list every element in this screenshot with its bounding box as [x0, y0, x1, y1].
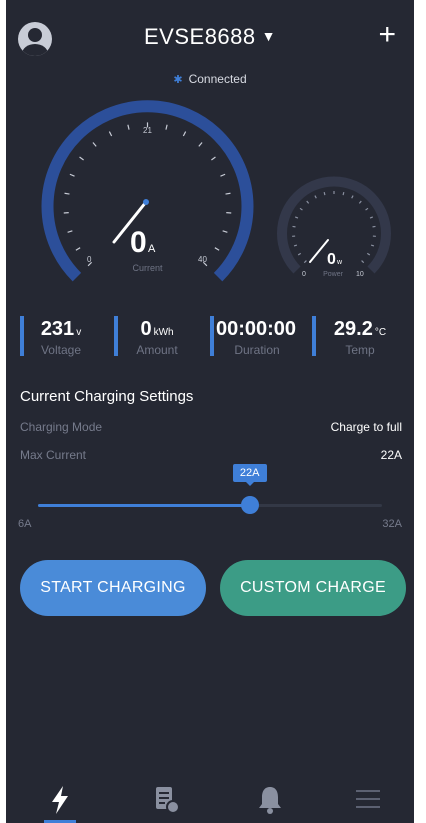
- gauge-tick: [366, 252, 371, 256]
- gauge-tick: [75, 247, 81, 251]
- menu-icon: [356, 790, 380, 808]
- power-gauge: 0 w Power 0 10: [277, 176, 391, 278]
- gauge-tick: [108, 131, 113, 137]
- current-gauge-mid: 21: [143, 126, 152, 135]
- current-gauge-unit: A: [148, 243, 156, 255]
- max-current-value: 22A: [380, 448, 402, 462]
- gauge-tick: [165, 124, 168, 130]
- stat-amount: 0 kWh Amount: [114, 312, 200, 364]
- stat-divider: [312, 316, 316, 356]
- current-gauge-max: 40: [198, 255, 207, 264]
- gauge-tick: [67, 230, 73, 233]
- tab-menu[interactable]: [348, 782, 388, 818]
- stat-divider: [114, 316, 118, 356]
- gauge-tick: [303, 260, 307, 264]
- tab-notifications[interactable]: [250, 782, 290, 818]
- stat-value: 00:00:00: [215, 318, 297, 340]
- gauge-tick: [127, 124, 130, 130]
- stat-label: Temp: [345, 343, 375, 357]
- stats-row: 231 v Voltage 0 kWh Amount 00:00:00 Durati…: [6, 312, 414, 368]
- current-gauge-value: 0: [130, 226, 147, 259]
- charging-mode-value[interactable]: Charge to full: [331, 420, 402, 434]
- gauge-tick: [182, 131, 187, 137]
- power-gauge-unit: w: [336, 259, 343, 266]
- stat-label: Amount: [136, 343, 178, 357]
- slider-thumb[interactable]: [240, 496, 259, 514]
- gauge-tick: [69, 173, 75, 177]
- gauge-tick: [211, 156, 216, 161]
- gauge-tick: [225, 192, 231, 195]
- gauge-tick: [369, 216, 374, 219]
- start-charging-button[interactable]: START CHARGING: [20, 560, 206, 616]
- stat-divider: [20, 316, 24, 356]
- stat-duration: 00:00:00 Duration: [210, 312, 304, 364]
- gauge-tick: [370, 244, 375, 247]
- stat-voltage: 231 v Voltage: [20, 312, 102, 364]
- gauge-tick: [297, 252, 302, 256]
- stat-label: Voltage: [40, 343, 82, 357]
- gauge-tick: [299, 207, 303, 211]
- current-gauge-needle-tip: [143, 199, 149, 205]
- slider-tooltip: 22A: [232, 464, 267, 486]
- power-gauge-min: 0: [302, 271, 306, 278]
- gauge-tick: [214, 247, 220, 251]
- stat-value: 231 v: [40, 318, 82, 340]
- gauge-tick: [323, 192, 326, 196]
- slider-fill: [38, 504, 250, 507]
- power-gauge-needle: [309, 239, 329, 263]
- tab-records[interactable]: [146, 782, 186, 818]
- stat-label: Duration: [234, 343, 280, 357]
- stat-divider: [210, 316, 214, 356]
- stat-value: 29.2 °C: [333, 318, 387, 340]
- current-gauge: 0 A Current 0 21 40: [41, 100, 254, 282]
- gauge-tick: [314, 195, 317, 199]
- gauges: 0 A Current 0 21 40 0 w Power 0 10: [41, 100, 391, 282]
- lightning-icon: [52, 786, 68, 814]
- tab-bar: [6, 764, 414, 823]
- gauge-tick: [365, 207, 369, 211]
- slider-max-label: 32A: [382, 518, 402, 530]
- power-gauge-max: 10: [356, 271, 364, 278]
- gauge-tick: [361, 260, 365, 264]
- custom-charge-button[interactable]: CUSTOM CHARGE: [220, 560, 406, 616]
- settings-title: Current Charging Settings: [20, 388, 194, 405]
- app-screen: EVSE8688 ▼ + ✱ Connected 0 A Current 0 21 …: [6, 0, 414, 823]
- max-current-label: Max Current: [20, 448, 87, 462]
- stat-value: 0 kWh: [140, 318, 174, 340]
- tab-charging[interactable]: [40, 782, 80, 818]
- gauge-tick: [64, 192, 70, 195]
- gauge-tick: [198, 142, 203, 147]
- gauge-tick: [220, 173, 226, 177]
- gauge-tick: [79, 156, 84, 161]
- slider-min-label: 6A: [18, 518, 32, 530]
- gauge-tick: [351, 195, 354, 199]
- power-gauge-value: 0: [327, 251, 336, 268]
- charging-mode-label: Charging Mode: [20, 420, 103, 434]
- report-icon: [156, 787, 180, 814]
- gauge-tick: [306, 200, 310, 204]
- gauge-tick: [293, 244, 298, 247]
- gauge-tick: [342, 192, 345, 196]
- current-gauge-min: 0: [87, 255, 92, 264]
- current-gauge-label: Current: [132, 263, 163, 273]
- bell-icon: [259, 787, 281, 814]
- stat-temp: 29.2 °C Temp: [312, 312, 408, 364]
- max-current-slider[interactable]: 22A: [38, 464, 382, 518]
- gauge-tick: [294, 216, 299, 219]
- gauge-tick: [92, 142, 97, 147]
- gauge-tick: [358, 200, 362, 204]
- power-gauge-label: Power: [323, 271, 344, 278]
- gauge-tick: [222, 230, 228, 233]
